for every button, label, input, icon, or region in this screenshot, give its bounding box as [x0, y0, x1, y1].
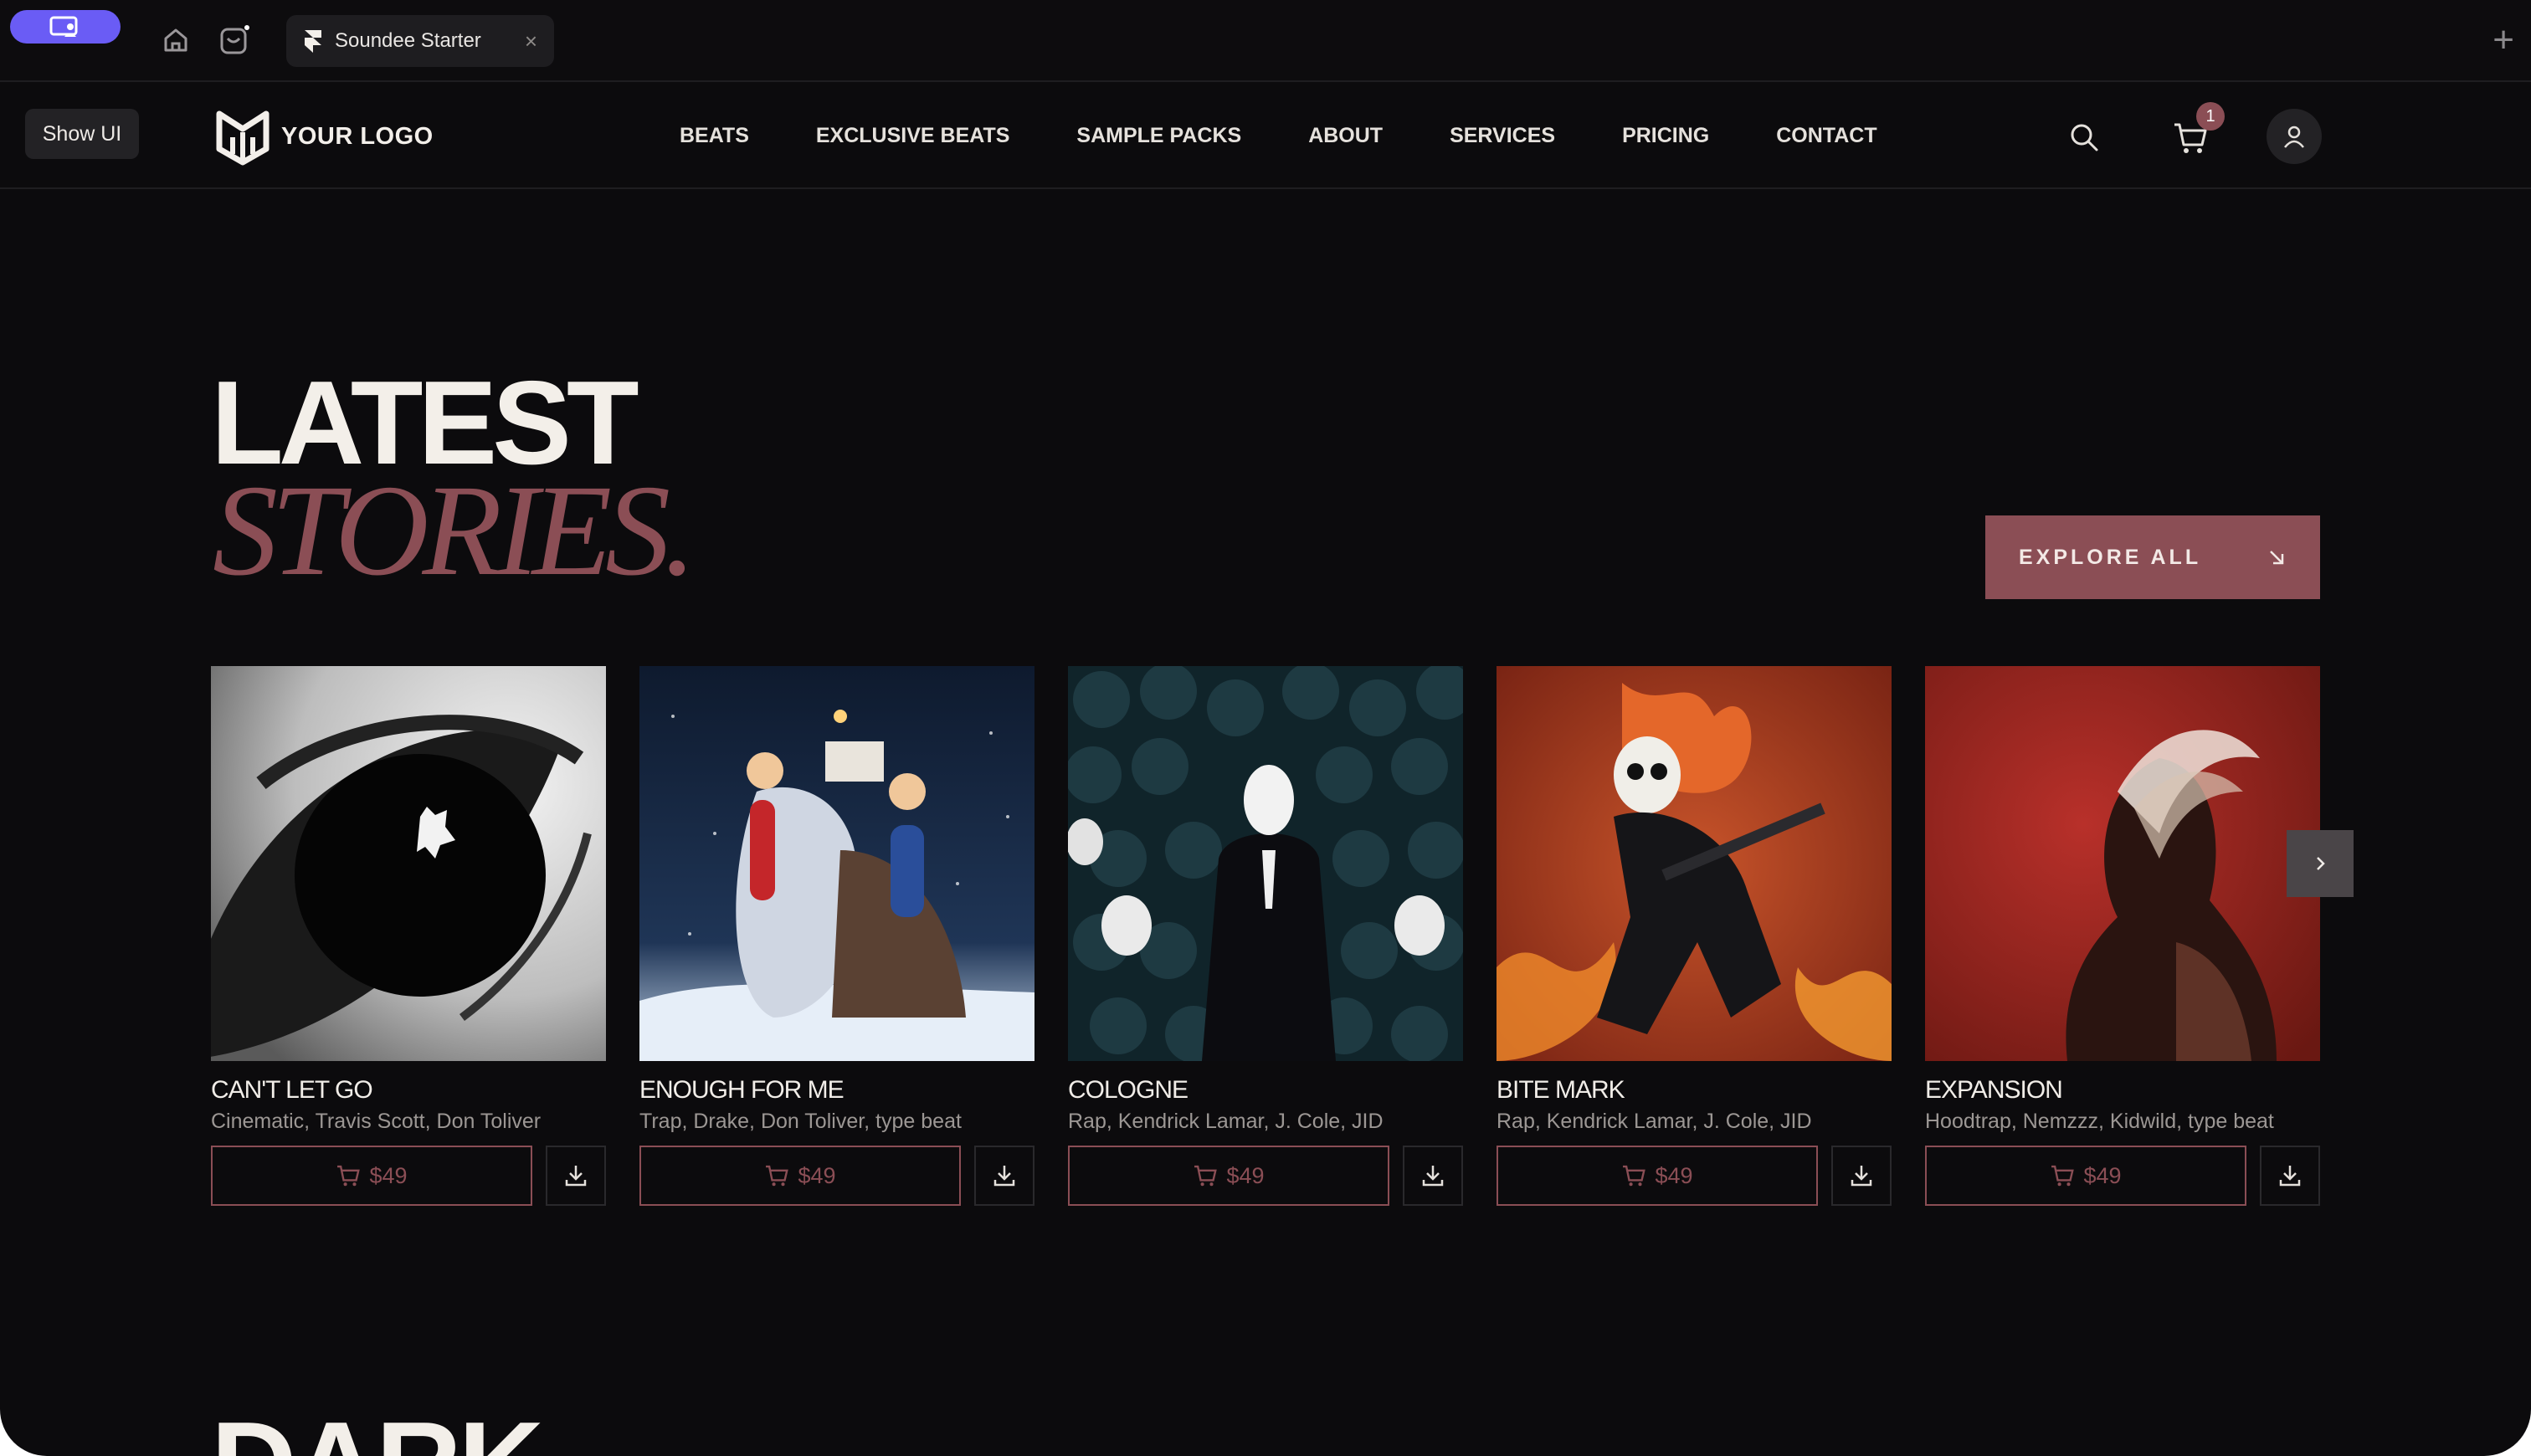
- nav-item-services[interactable]: SERVICES: [1450, 124, 1555, 148]
- tab-title: Soundee Starter: [335, 29, 481, 52]
- tab-close-icon[interactable]: ×: [525, 28, 537, 54]
- add-to-cart-button[interactable]: $49: [1497, 1146, 1818, 1206]
- beat-card[interactable]: COLOGNE Rap, Kendrick Lamar, J. Cole, JI…: [1068, 666, 1463, 1206]
- card-actions: $49: [1497, 1146, 1892, 1206]
- show-ui-button[interactable]: Show UI: [25, 109, 139, 159]
- nav-item-exclusive-beats[interactable]: EXCLUSIVE BEATS: [816, 124, 1010, 148]
- download-button[interactable]: [974, 1146, 1034, 1206]
- download-button[interactable]: [1831, 1146, 1892, 1206]
- logo[interactable]: YOUR LOGO: [216, 107, 434, 166]
- beat-title[interactable]: ENOUGH FOR ME: [639, 1076, 1034, 1105]
- add-to-cart-button[interactable]: $49: [211, 1146, 532, 1206]
- nav-item-beats[interactable]: BEATS: [680, 124, 749, 148]
- cart-count-badge: 1: [2196, 102, 2225, 131]
- beat-title[interactable]: CAN'T LET GO: [211, 1076, 606, 1105]
- cart-icon: [1623, 1165, 1646, 1187]
- cart-icon: [337, 1165, 361, 1187]
- beat-card[interactable]: BITE MARK Rap, Kendrick Lamar, J. Cole, …: [1497, 666, 1892, 1206]
- beat-card[interactable]: CAN'T LET GO Cinematic, Travis Scott, Do…: [211, 666, 606, 1206]
- new-tab-icon[interactable]: +: [2492, 22, 2514, 59]
- cover-art-snow-scene[interactable]: [639, 666, 1034, 1061]
- nav-item-sample-packs[interactable]: SAMPLE PACKS: [1076, 124, 1241, 148]
- card-actions: $49: [639, 1146, 1034, 1206]
- download-button[interactable]: [546, 1146, 606, 1206]
- download-icon: [1422, 1166, 1444, 1187]
- download-button[interactable]: [2260, 1146, 2320, 1206]
- section-title-stories: STORIES.: [213, 458, 696, 602]
- cover-art-eye[interactable]: [211, 666, 606, 1061]
- user-icon: [2284, 126, 2304, 148]
- beat-title[interactable]: EXPANSION: [1925, 1076, 2320, 1105]
- nav-item-contact[interactable]: CONTACT: [1776, 124, 1876, 148]
- arrow-down-right-icon: [2270, 551, 2284, 565]
- next-section-title: DARK: [211, 1405, 544, 1456]
- explore-all-label: EXPLORE ALL: [2019, 545, 2202, 569]
- logo-icon: [216, 110, 270, 166]
- card-actions: $49: [1925, 1146, 2320, 1206]
- chevron-right-icon: [2317, 857, 2325, 870]
- browser-toolbar: Soundee Starter × +: [0, 0, 2531, 82]
- framer-icon: [305, 30, 321, 53]
- beat-tags: Trap, Drake, Don Toliver, type beat: [639, 1110, 962, 1133]
- beat-card[interactable]: ENOUGH FOR ME Trap, Drake, Don Toliver, …: [639, 666, 1034, 1206]
- card-actions: $49: [211, 1146, 606, 1206]
- cart-icon: [1194, 1165, 1218, 1187]
- cover-art-masks[interactable]: [1068, 666, 1463, 1061]
- logo-text: YOUR LOGO: [281, 122, 434, 150]
- beat-title[interactable]: COLOGNE: [1068, 1076, 1463, 1105]
- price-label: $49: [1655, 1162, 1693, 1188]
- home-icon[interactable]: [159, 23, 193, 57]
- nav-item-pricing[interactable]: PRICING: [1622, 124, 1709, 148]
- price-label: $49: [369, 1162, 408, 1188]
- cart-icon: [766, 1165, 789, 1187]
- price-label: $49: [2083, 1162, 2122, 1188]
- beat-tags: Rap, Kendrick Lamar, J. Cole, JID: [1068, 1110, 1384, 1133]
- workspace-button[interactable]: [10, 10, 121, 44]
- price-label: $49: [798, 1162, 836, 1188]
- beat-tags: Rap, Kendrick Lamar, J. Cole, JID: [1497, 1110, 1812, 1133]
- download-icon: [993, 1166, 1015, 1187]
- beat-title[interactable]: BITE MARK: [1497, 1076, 1892, 1105]
- cover-art-blur-portrait[interactable]: [1925, 666, 2320, 1061]
- explore-all-button[interactable]: EXPLORE ALL: [1985, 515, 2320, 599]
- download-icon: [1851, 1166, 1872, 1187]
- download-button[interactable]: [1403, 1146, 1463, 1206]
- card-actions: $49: [1068, 1146, 1463, 1206]
- price-label: $49: [1226, 1162, 1265, 1188]
- add-to-cart-button[interactable]: $49: [1925, 1146, 2246, 1206]
- carousel-next-button[interactable]: [2287, 830, 2354, 897]
- app-window: Soundee Starter × + Show UI YOUR LOGO BE…: [0, 0, 2531, 1456]
- add-to-cart-button[interactable]: $49: [1068, 1146, 1389, 1206]
- nav-item-about[interactable]: ABOUT: [1308, 124, 1383, 148]
- beat-tags: Cinematic, Travis Scott, Don Toliver: [211, 1110, 542, 1133]
- cover-art-fire-figure[interactable]: [1497, 666, 1892, 1061]
- download-icon: [2279, 1166, 2301, 1187]
- beat-tags: Hoodtrap, Nemzzz, Kidwild, type beat: [1925, 1110, 2274, 1133]
- main-menu: BEATS EXCLUSIVE BEATS SAMPLE PACKS ABOUT…: [680, 124, 1944, 148]
- browser-tab[interactable]: Soundee Starter ×: [286, 15, 554, 67]
- site-header: Show UI YOUR LOGO BEATS EXCLUSIVE BEATS …: [0, 84, 2531, 189]
- search-icon[interactable]: [2067, 120, 2101, 154]
- screen-user-icon: [49, 16, 78, 37]
- add-to-cart-button[interactable]: $49: [639, 1146, 961, 1206]
- inbox-icon[interactable]: [218, 23, 251, 57]
- cart-icon: [2051, 1165, 2075, 1187]
- account-button[interactable]: [2267, 109, 2322, 164]
- download-icon: [565, 1166, 587, 1187]
- beat-card[interactable]: EXPANSION Hoodtrap, Nemzzz, Kidwild, typ…: [1925, 666, 2320, 1206]
